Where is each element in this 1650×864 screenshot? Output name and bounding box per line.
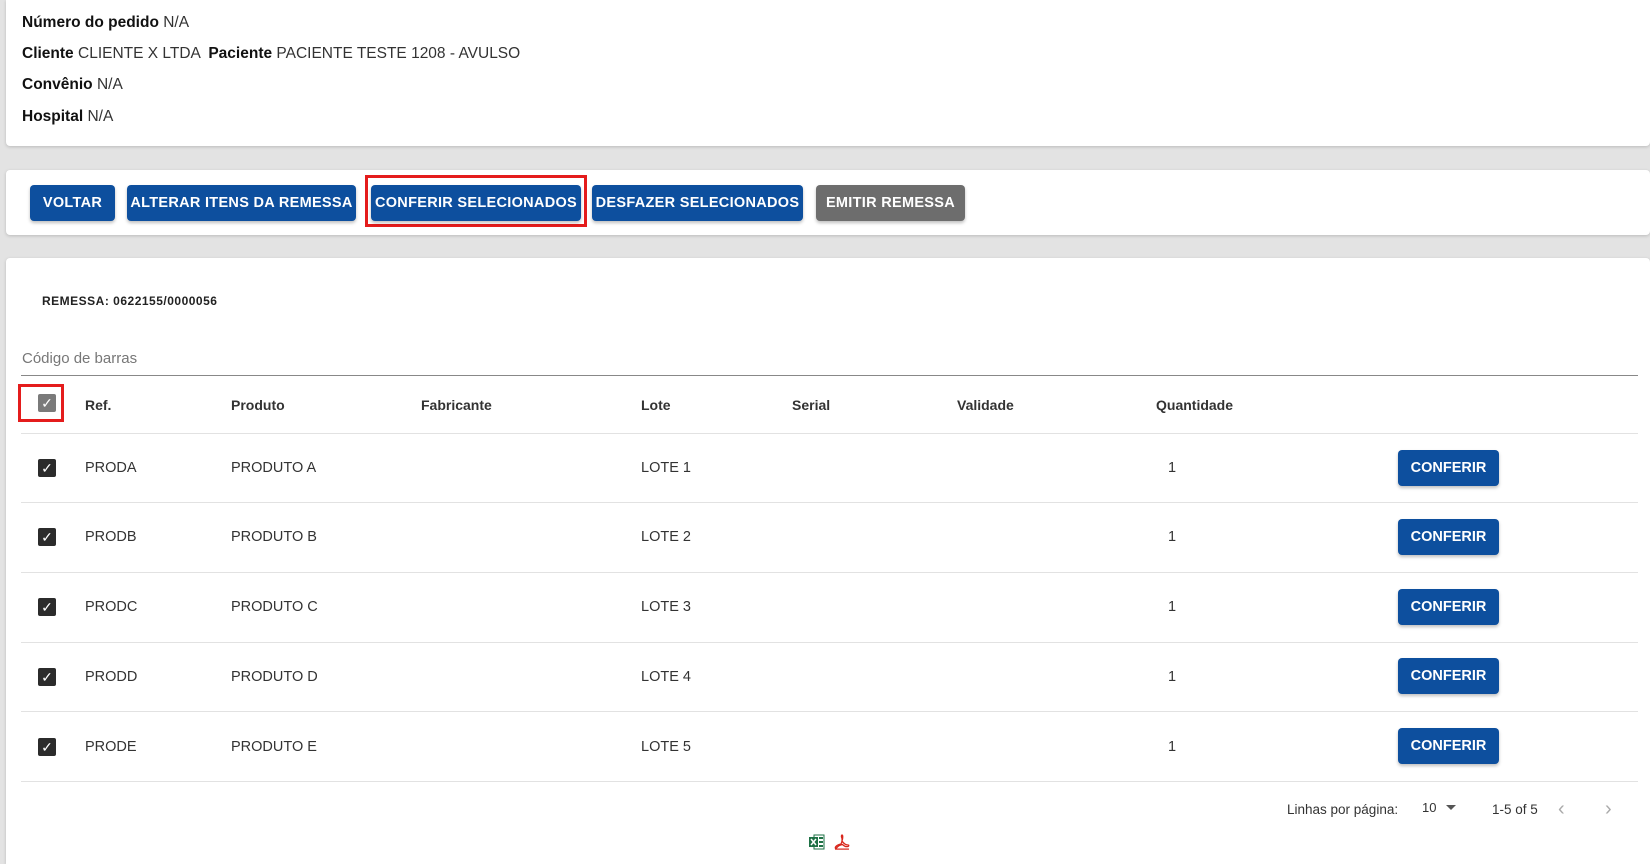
rows-per-page-select[interactable]: 10 [1422,800,1457,815]
patient-label: Paciente [208,45,273,62]
header-validity: Validade [957,397,1014,413]
row-checkbox-5[interactable]: ✓ [38,738,56,756]
row-checkbox-2[interactable]: ✓ [38,528,56,546]
row-quantity: 1 [1168,529,1177,545]
rows-per-page-label: Linhas por página: [1287,802,1399,817]
row-separator [21,711,1638,712]
row-quantity: 1 [1168,669,1177,685]
row-checkbox-3[interactable]: ✓ [38,598,56,616]
order-number-value: N/A [163,14,190,31]
insurance-value: N/A [96,76,123,93]
row-check-button[interactable]: CONFERIR [1398,728,1499,764]
header-lot: Lote [641,397,671,413]
row-lot: LOTE 1 [641,460,691,476]
row-check-button[interactable]: CONFERIR [1398,658,1499,694]
row-check-button[interactable]: CONFERIR [1398,450,1499,486]
dropdown-caret-icon [1446,805,1457,810]
client-value: CLIENTE X LTDA [78,45,201,62]
row-product: PRODUTO D [231,669,318,685]
pdf-icon[interactable] [834,834,850,850]
row-product: PRODUTO B [231,529,317,545]
undo-selected-button[interactable]: DESFAZER SELECIONADOS [592,185,803,221]
client-patient-line: Cliente CLIENTE X LTDA Paciente PACIENTE… [22,45,520,63]
pagination-range: 1-5 of 5 [1492,802,1538,817]
row-check-button[interactable]: CONFERIR [1398,519,1499,555]
hospital-label: Hospital [22,108,84,125]
row-lot: LOTE 3 [641,599,691,615]
header-manufacturer: Fabricante [421,397,492,413]
check-selected-button[interactable]: CONFERIR SELECIONADOS [371,185,581,221]
row-checkbox-4[interactable]: ✓ [38,668,56,686]
row-quantity: 1 [1168,599,1177,615]
hospital-line: Hospital N/A [22,108,113,126]
client-label: Cliente [22,45,74,62]
row-quantity: 1 [1168,460,1177,476]
barcode-label: Código de barras [22,350,138,367]
row-product: PRODUTO E [231,739,317,755]
row-lot: LOTE 4 [641,669,691,685]
hospital-value: N/A [87,108,114,125]
select-all-checkbox[interactable]: ✓ [38,394,56,412]
excel-icon[interactable] [809,834,825,850]
header-ref: Ref. [85,397,112,413]
row-checkbox-1[interactable]: ✓ [38,459,56,477]
row-ref: PRODA [85,460,137,476]
row-lot: LOTE 5 [641,739,691,755]
emit-shipment-button[interactable]: EMITIR REMESSA [816,185,965,221]
row-quantity: 1 [1168,739,1177,755]
header-product: Produto [231,397,285,413]
row-separator [21,642,1638,643]
chevron-right-icon[interactable]: › [1605,798,1612,821]
row-separator [21,502,1638,503]
patient-value: PACIENTE TESTE 1208 - AVULSO [276,45,521,62]
table-bottom-separator [21,781,1638,782]
row-ref: PRODD [85,669,138,685]
order-number-line: Número do pedido N/A [22,14,189,32]
row-ref: PRODC [85,599,138,615]
row-check-button[interactable]: CONFERIR [1398,589,1499,625]
back-button[interactable]: VOLTAR [30,185,115,221]
row-lot: LOTE 2 [641,529,691,545]
barcode-input[interactable] [21,348,1645,376]
header-quantity: Quantidade [1156,397,1234,413]
actions-toolbar: VOLTAR ALTERAR ITENS DA REMESSA CONFERIR… [6,170,1650,235]
barcode-underline [21,375,1638,376]
shipment-table-card: REMESSA: 0622155/0000056 Código de barra… [6,258,1650,864]
insurance-label: Convênio [22,76,93,93]
chevron-left-icon[interactable]: ‹ [1558,798,1565,821]
row-ref: PRODE [85,739,137,755]
order-info-card: Número do pedido N/A Cliente CLIENTE X L… [6,0,1650,146]
row-product: PRODUTO C [231,599,318,615]
shipment-title: REMESSA: 0622155/0000056 [42,294,218,308]
insurance-line: Convênio N/A [22,76,123,94]
row-product: PRODUTO A [231,460,317,476]
order-number-label: Número do pedido [22,14,159,31]
header-separator [21,433,1638,434]
header-serial: Serial [792,397,831,413]
row-ref: PRODB [85,529,137,545]
alter-items-button[interactable]: ALTERAR ITENS DA REMESSA [127,185,356,221]
rows-per-page-value: 10 [1422,800,1437,815]
row-separator [21,572,1638,573]
